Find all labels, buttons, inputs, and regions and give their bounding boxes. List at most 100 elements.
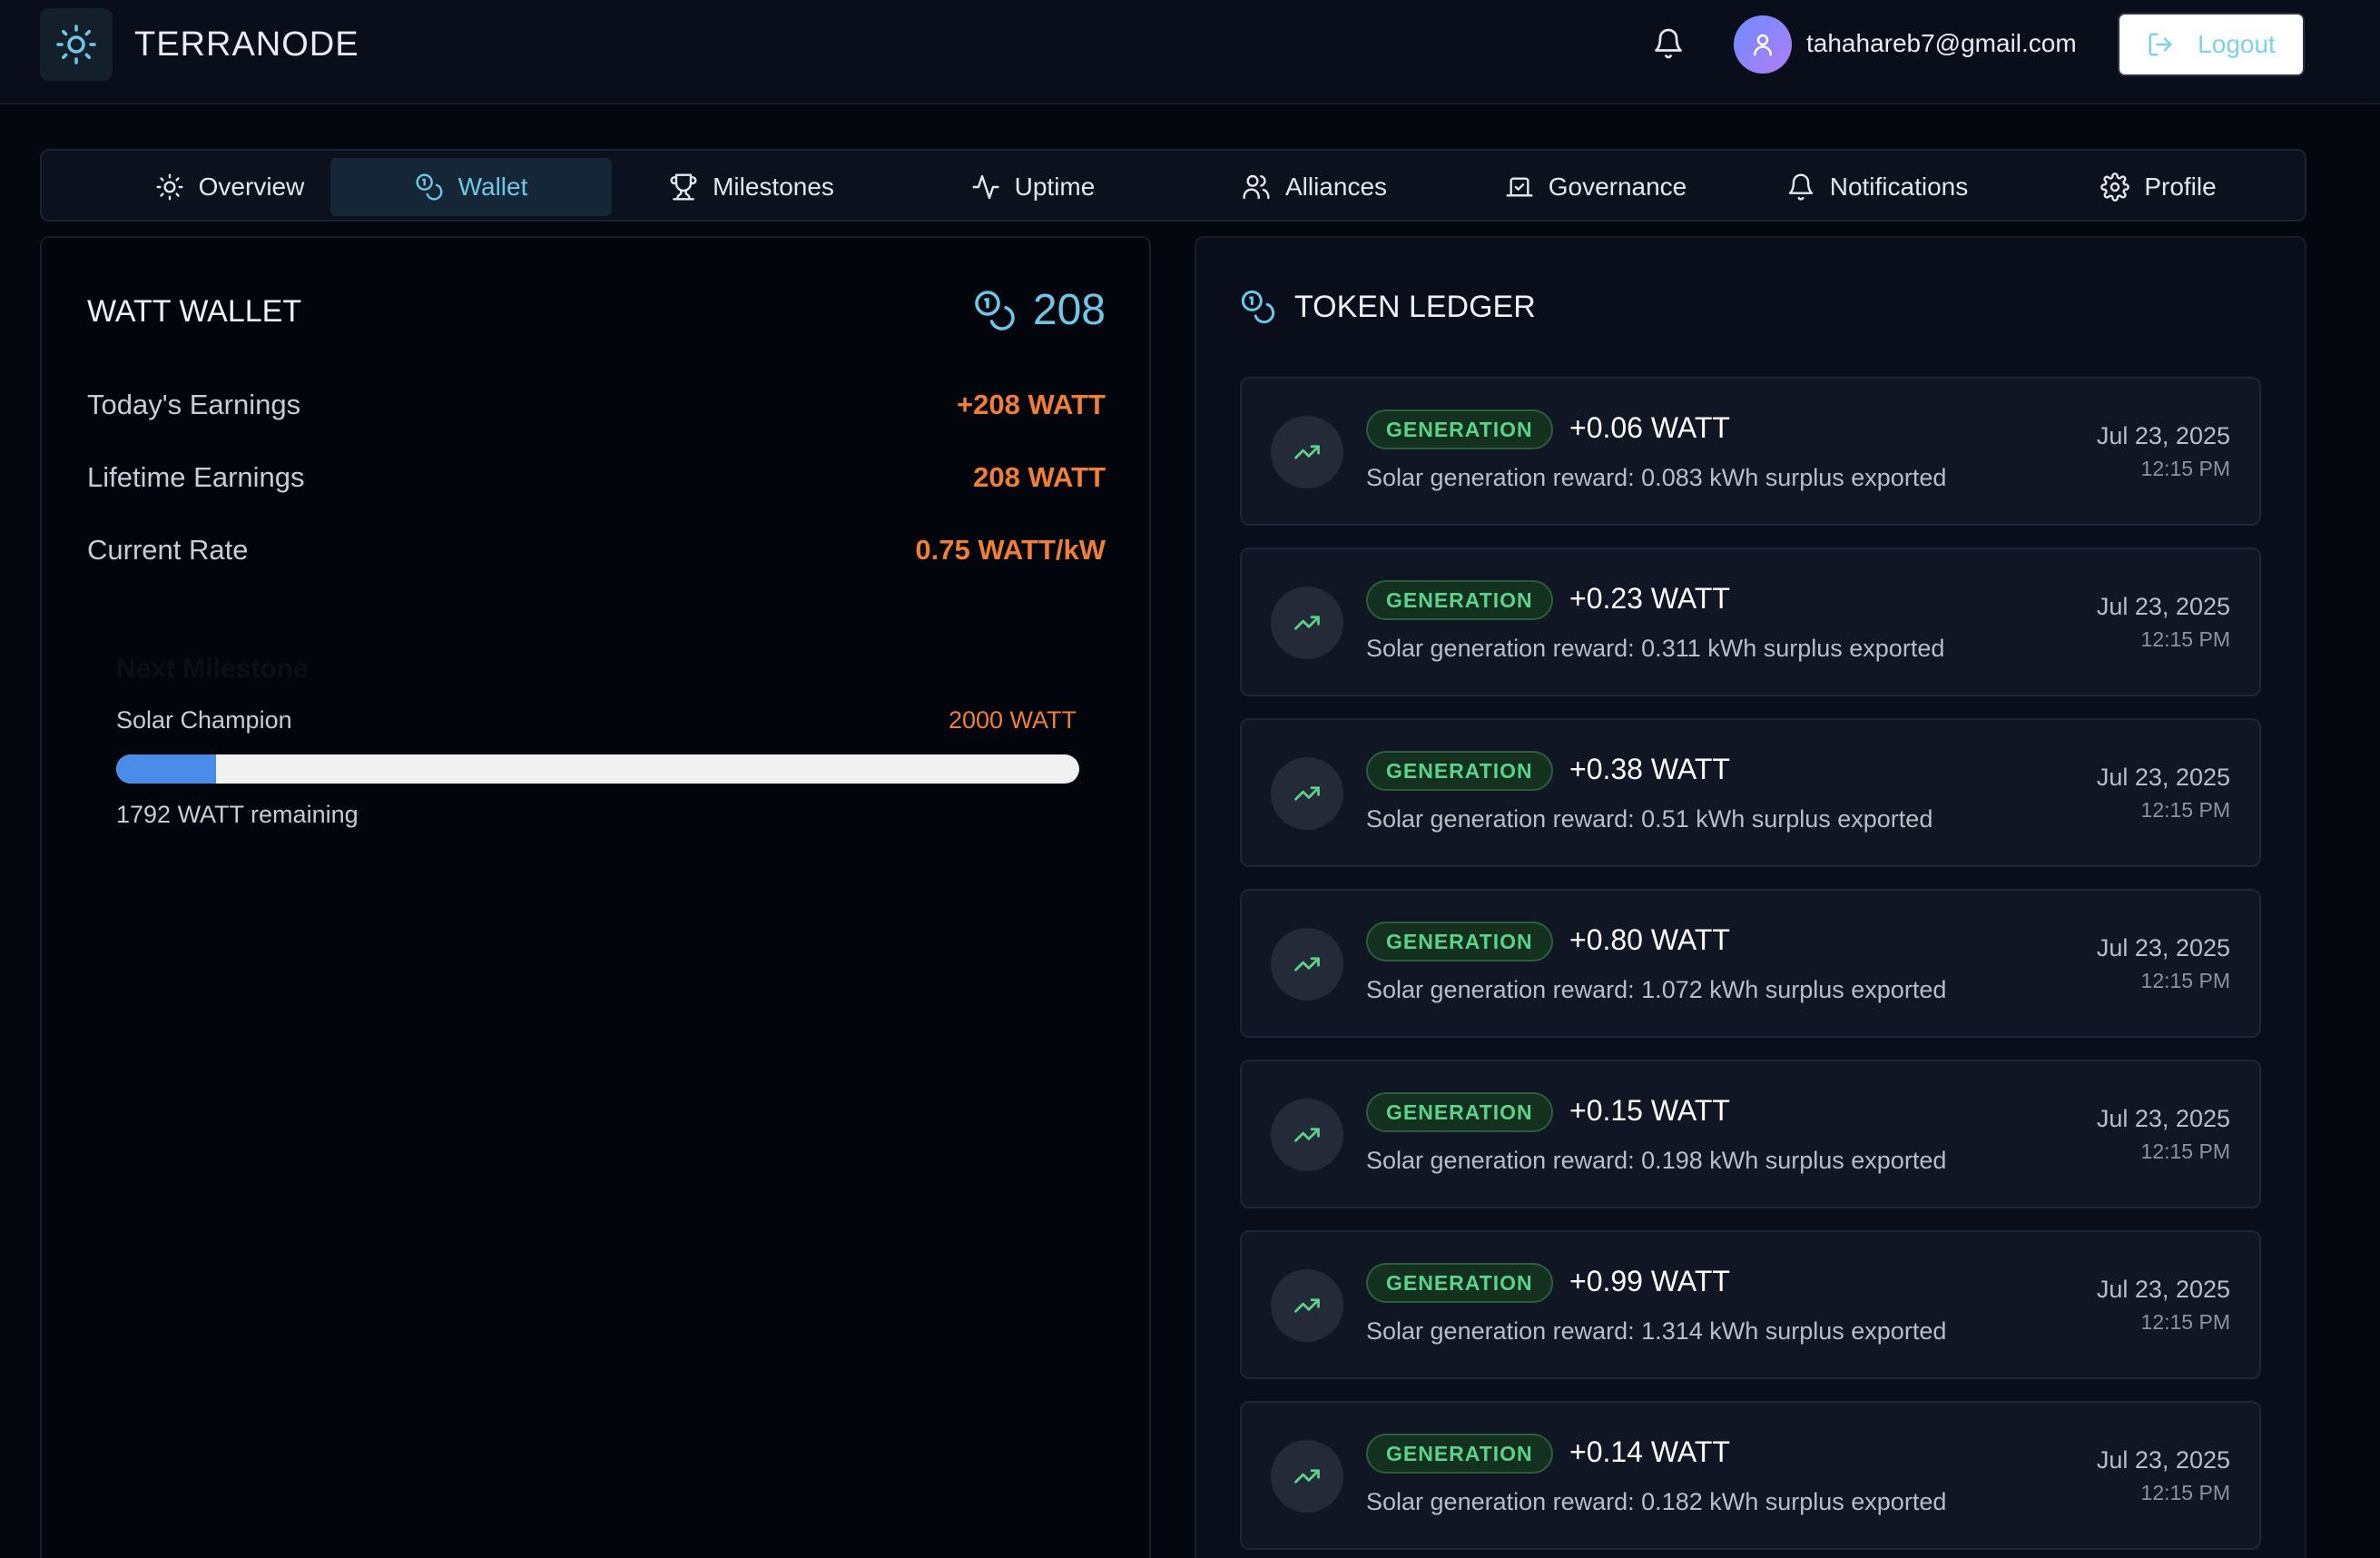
- ledger-panel: TOKEN LEDGER GENERATION +0.06 WATT Solar g…: [1195, 236, 2306, 1558]
- tab-milestones[interactable]: Milestones: [611, 158, 892, 216]
- bell-icon[interactable]: [1652, 27, 1685, 60]
- wallet-balance: 208: [973, 285, 1106, 335]
- avatar[interactable]: [1734, 15, 1792, 74]
- tab-overview[interactable]: Overview: [89, 158, 370, 216]
- coins-icon: [416, 173, 443, 201]
- tab-wallet[interactable]: Wallet: [330, 158, 612, 216]
- entry-date: Jul 23, 2025: [2096, 593, 2230, 620]
- stat-value: +208 WATT: [957, 389, 1106, 420]
- entry-time: 12:15 PM: [2140, 457, 2230, 480]
- coins-icon: [975, 290, 1015, 330]
- tab-uptime[interactable]: Uptime: [892, 158, 1174, 216]
- trending-up-icon: [1271, 416, 1343, 488]
- ledger-entry[interactable]: GENERATION +0.15 WATT Solar generation rew…: [1240, 1060, 2261, 1208]
- entry-description: Solar generation reward: 0.198 kWh surpl…: [1366, 1147, 1947, 1174]
- entry-time: 12:15 PM: [2140, 1310, 2230, 1334]
- progress-fill: [116, 754, 217, 784]
- tab-label: Overview: [198, 173, 305, 201]
- tab-label: Wallet: [457, 173, 528, 201]
- tab-profile[interactable]: Profile: [2018, 158, 2299, 216]
- entry-time: 12:15 PM: [2140, 1139, 2230, 1163]
- trending-up-icon: [1271, 1269, 1343, 1342]
- ledger-entry[interactable]: GENERATION +0.80 WATT Solar generation rew…: [1240, 889, 2261, 1038]
- trending-up-icon: [1271, 1440, 1343, 1513]
- ledger-entry[interactable]: GENERATION +0.06 WATT Solar generation rew…: [1240, 377, 2261, 526]
- entry-time: 12:15 PM: [2140, 1481, 2230, 1504]
- logo[interactable]: [40, 8, 113, 81]
- milestone-target: 2000 WATT: [948, 706, 1077, 734]
- entry-amount: +0.14 WATT: [1569, 1435, 1730, 1468]
- tab-label: Uptime: [1014, 173, 1096, 201]
- bell-icon: [1788, 173, 1813, 201]
- entry-amount: +0.80 WATT: [1569, 923, 1730, 956]
- tab-governance[interactable]: Governance: [1455, 158, 1736, 216]
- user-email: tahahareb7@gmail.com: [1806, 29, 2077, 57]
- entry-type-badge: GENERATION: [1366, 580, 1553, 620]
- milestone-progress-bar: [116, 754, 1079, 784]
- coins-icon: [1241, 290, 1275, 324]
- entry-time: 12:15 PM: [2140, 627, 2230, 651]
- stat-label: Today's Earnings: [87, 389, 301, 420]
- entry-description: Solar generation reward: 1.314 kWh surpl…: [1366, 1317, 1947, 1345]
- entry-date: Jul 23, 2025: [2096, 934, 2230, 961]
- entry-type-badge: GENERATION: [1366, 751, 1553, 791]
- tab-label: Governance: [1548, 173, 1687, 201]
- entry-description: Solar generation reward: 1.072 kWh surpl…: [1366, 976, 1947, 1003]
- wallet-panel: WATT WALLET 208 Today's Earnings +208 WA…: [40, 236, 1151, 1558]
- tab-bar: Overview Wallet Milestones Uptime Allian…: [40, 149, 2306, 222]
- tab-label: Profile: [2144, 173, 2217, 201]
- entry-time: 12:15 PM: [2140, 969, 2230, 992]
- stat-label: Lifetime Earnings: [87, 461, 305, 493]
- stat-value: 208 WATT: [973, 461, 1106, 493]
- milestone-remaining: 1792 WATT remaining: [116, 801, 359, 828]
- brand-name: TERRANODE: [134, 25, 359, 64]
- entry-type-badge: GENERATION: [1366, 1263, 1553, 1303]
- logout-icon: [2149, 33, 2172, 56]
- trophy-icon: [670, 173, 697, 201]
- tab-label: Alliances: [1284, 173, 1388, 201]
- entry-date: Jul 23, 2025: [2096, 1276, 2230, 1303]
- user-icon: [1754, 34, 1772, 56]
- tab-notifications[interactable]: Notifications: [1736, 158, 2018, 216]
- entry-type-badge: GENERATION: [1366, 1434, 1553, 1474]
- entry-amount: +0.38 WATT: [1569, 753, 1730, 785]
- entry-date: Jul 23, 2025: [2096, 422, 2230, 449]
- entry-amount: +0.23 WATT: [1569, 582, 1730, 615]
- milestone-heading: Next Milestone: [116, 654, 309, 684]
- sun-icon: [156, 173, 183, 201]
- sun-icon: [56, 25, 96, 64]
- entry-type-badge: GENERATION: [1366, 1092, 1553, 1132]
- trending-up-icon: [1271, 928, 1343, 1001]
- entry-amount: +0.15 WATT: [1569, 1094, 1730, 1127]
- tab-label: Notifications: [1829, 173, 1969, 201]
- entry-type-badge: GENERATION: [1366, 922, 1553, 961]
- entry-description: Solar generation reward: 0.083 kWh surpl…: [1366, 464, 1947, 491]
- wallet-title: WATT WALLET: [87, 294, 302, 329]
- entry-date: Jul 23, 2025: [2096, 1105, 2230, 1132]
- entry-amount: +0.06 WATT: [1569, 411, 1730, 444]
- tab-alliances[interactable]: Alliances: [1174, 158, 1455, 216]
- trending-up-icon: [1271, 587, 1343, 659]
- ledger-entry[interactable]: GENERATION +0.38 WATT Solar generation rew…: [1240, 718, 2261, 867]
- entry-description: Solar generation reward: 0.182 kWh surpl…: [1366, 1488, 1947, 1515]
- ledger-entry[interactable]: GENERATION +0.99 WATT Solar generation rew…: [1240, 1230, 2261, 1379]
- ledger-entry[interactable]: GENERATION +0.14 WATT Solar generation rew…: [1240, 1401, 2261, 1550]
- trending-up-icon: [1271, 1099, 1343, 1171]
- entry-type-badge: GENERATION: [1366, 409, 1553, 449]
- logout-label: Logout: [2198, 30, 2276, 58]
- tab-label: Milestones: [713, 173, 834, 201]
- ledger-header: TOKEN LEDGER: [1240, 289, 1536, 325]
- ledger-entry[interactable]: GENERATION +0.23 WATT Solar generation rew…: [1240, 547, 2261, 696]
- users-icon: [1243, 174, 1270, 200]
- logout-button[interactable]: Logout: [2118, 13, 2305, 76]
- entry-amount: +0.99 WATT: [1569, 1265, 1730, 1297]
- entry-date: Jul 23, 2025: [2096, 764, 2230, 791]
- entry-description: Solar generation reward: 0.311 kWh surpl…: [1366, 635, 1945, 662]
- activity-icon: [972, 174, 999, 200]
- trending-up-icon: [1271, 757, 1343, 830]
- vote-icon: [1506, 177, 1533, 197]
- gear-icon: [2100, 173, 2130, 202]
- stat-label: Current Rate: [87, 534, 249, 566]
- top-header: TERRANODE tahahareb7@gmail.com Logout: [0, 0, 2380, 104]
- entry-description: Solar generation reward: 0.51 kWh surplu…: [1366, 805, 1933, 833]
